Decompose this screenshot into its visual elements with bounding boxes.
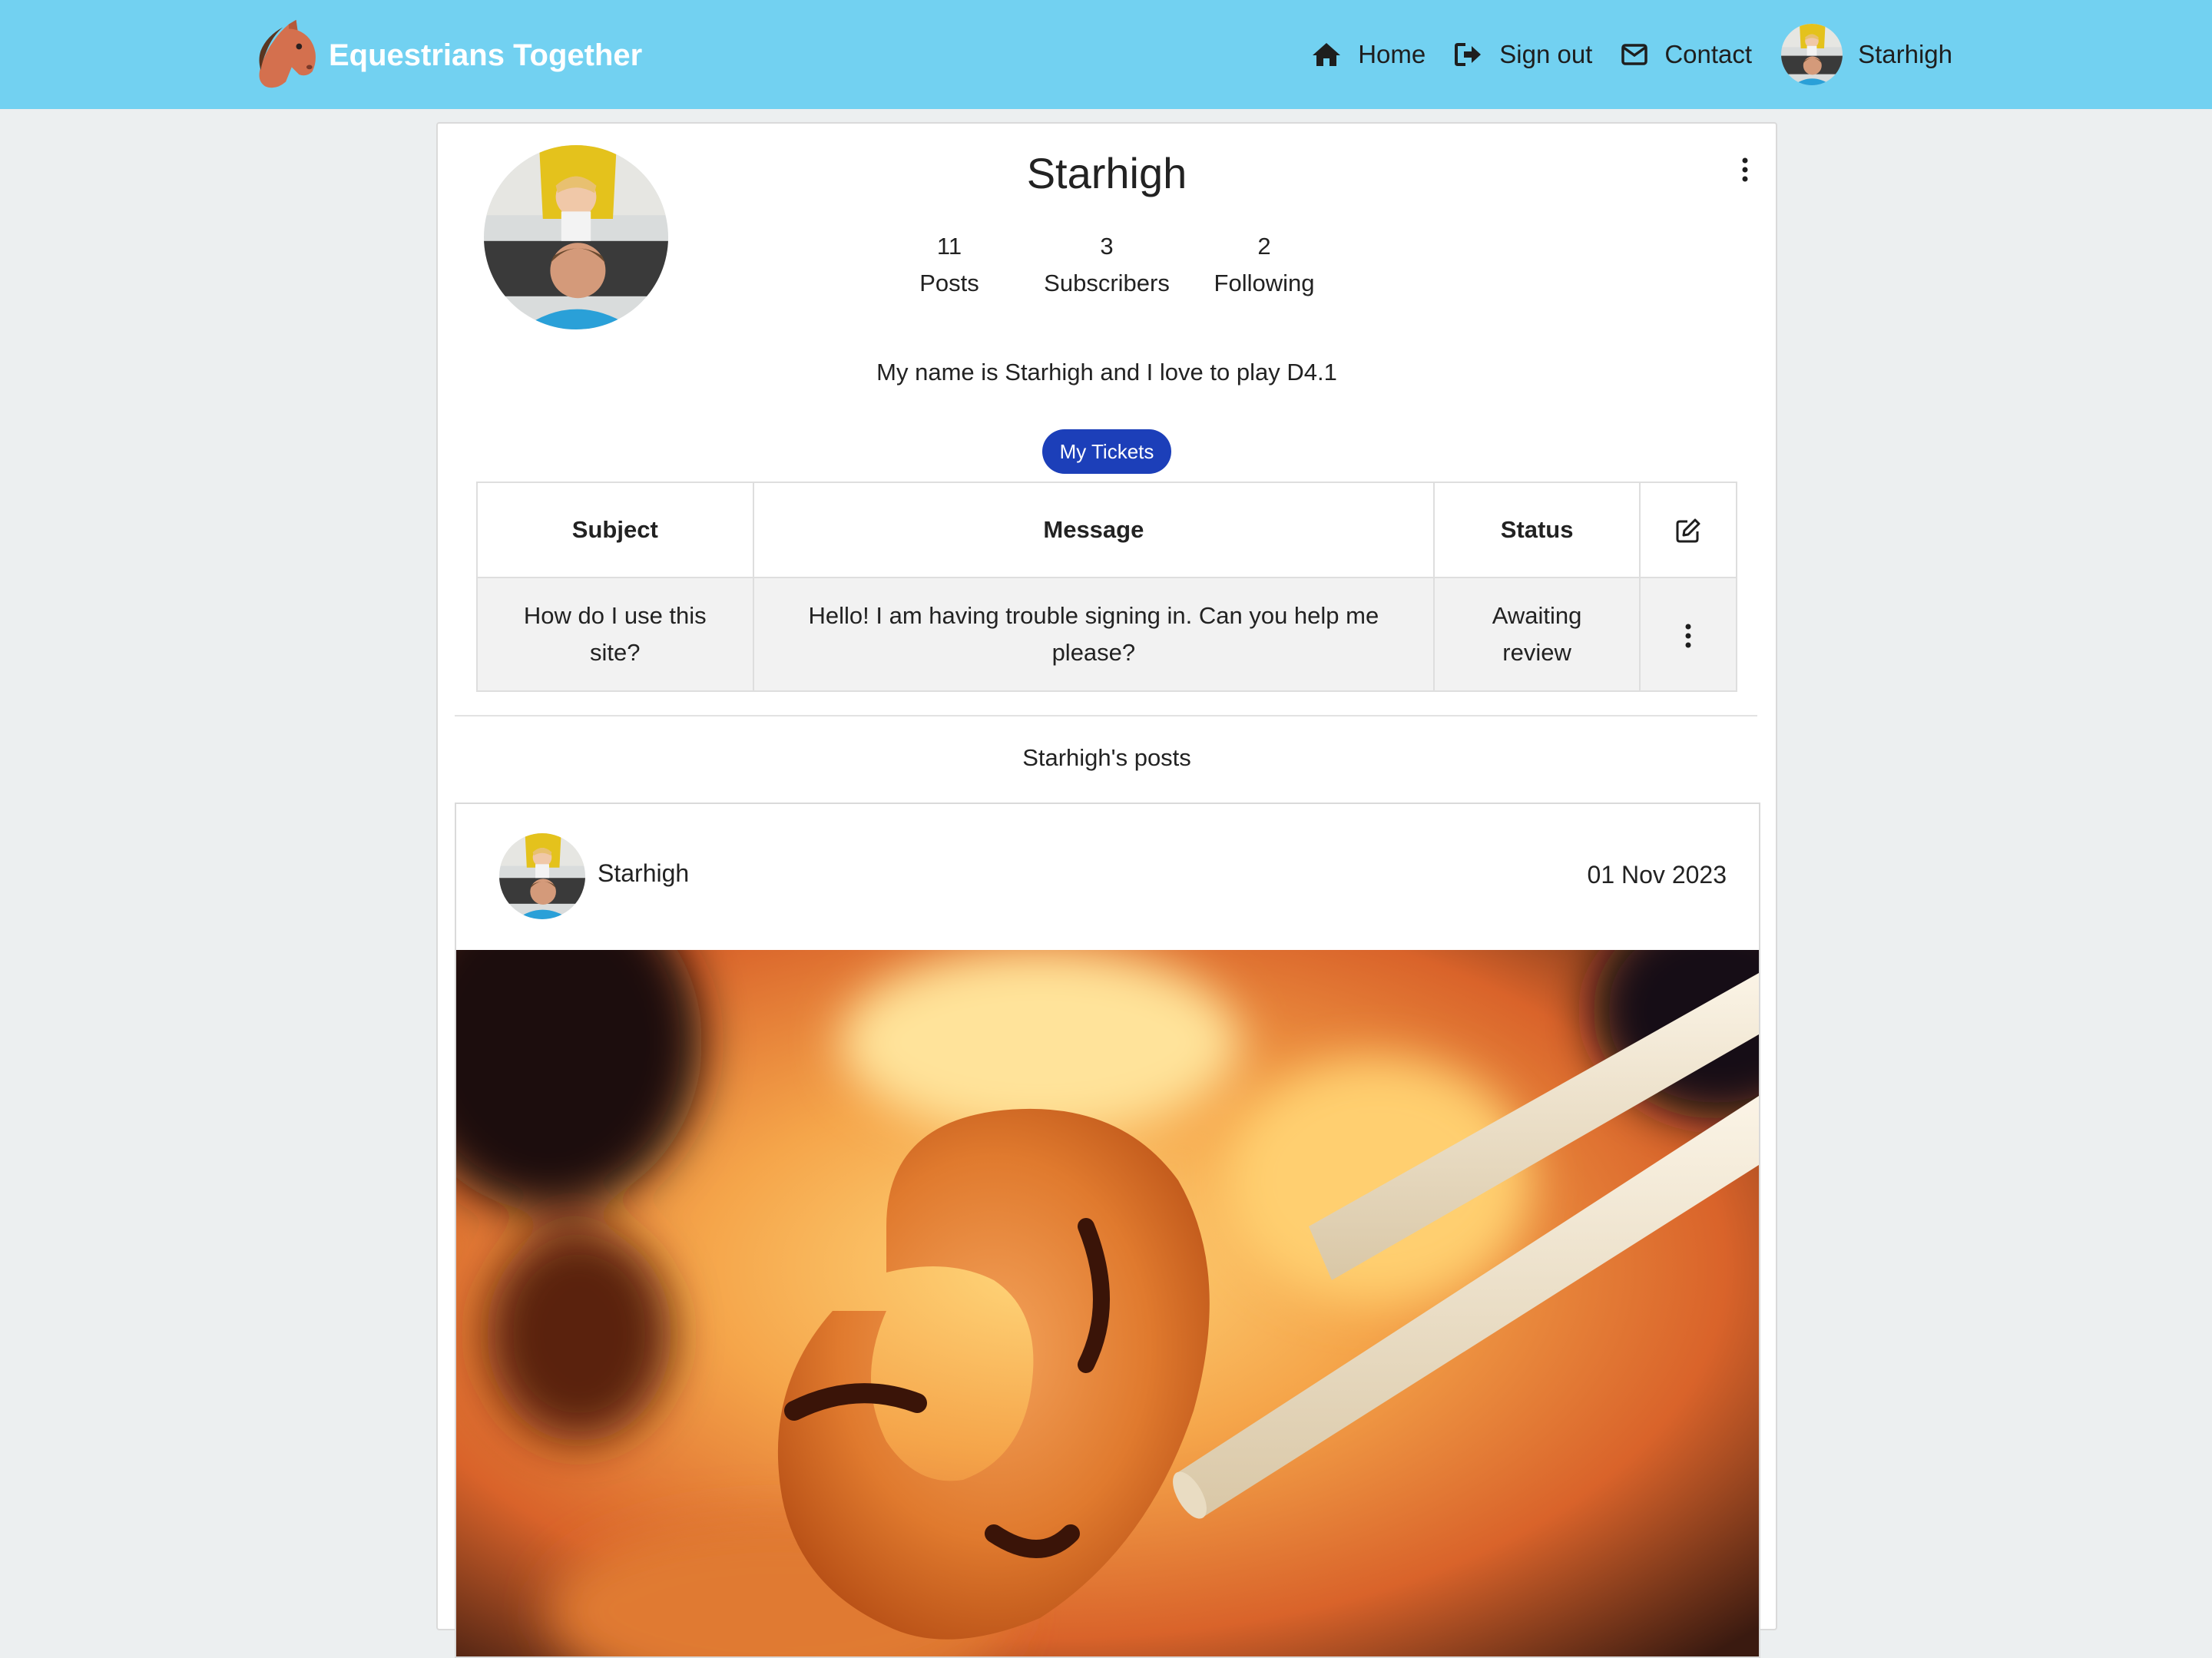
envelope-icon bbox=[1621, 44, 1648, 65]
home-icon bbox=[1313, 43, 1341, 66]
horse-logo-icon bbox=[259, 19, 316, 88]
posts-heading: Starhigh's posts bbox=[1022, 744, 1191, 771]
tickets-header-row: Subject Message Status bbox=[476, 482, 1737, 578]
profile-card: Starhigh 11 Posts 3 Subscribers 2 Follow… bbox=[436, 122, 1777, 1658]
top-navbar: Equestrians Together Home Sign out Conta… bbox=[0, 0, 2212, 109]
post-date: 01 Nov 2023 bbox=[1587, 861, 1727, 889]
ticket-status: Awaiting review bbox=[1433, 577, 1641, 692]
stat-subscribers: 3 Subscribers bbox=[1028, 228, 1186, 302]
header-status: Status bbox=[1433, 482, 1641, 578]
header-message: Message bbox=[752, 482, 1435, 578]
nav-links: Home Sign out Contact Starhigh bbox=[1283, 22, 1952, 88]
post-photo bbox=[456, 950, 1759, 1656]
avatar bbox=[1781, 24, 1843, 85]
nav-profile-label: Starhigh bbox=[1858, 40, 1952, 68]
header-subject: Subject bbox=[476, 482, 754, 578]
ticket-subject: How do I use this site? bbox=[476, 577, 754, 692]
stat-posts-count: 11 bbox=[936, 233, 962, 260]
sign-out-icon bbox=[1455, 43, 1482, 66]
edit-icon[interactable] bbox=[1675, 518, 1701, 544]
profile-stats: 11 Posts 3 Subscribers 2 Following bbox=[438, 228, 1776, 302]
brand-name: Equestrians Together bbox=[329, 38, 643, 72]
stat-following-count: 2 bbox=[1257, 233, 1271, 260]
my-tickets-button[interactable]: My Tickets bbox=[1042, 429, 1171, 474]
tickets-table: Subject Message Status How do I use this… bbox=[476, 482, 1737, 692]
nav-contact[interactable]: Contact bbox=[1621, 40, 1752, 69]
post-image[interactable] bbox=[456, 950, 1759, 1656]
post-card[interactable]: Starhigh 01 Nov 2023 bbox=[455, 803, 1760, 1658]
profile-bio: My name is Starhigh and I love to play D… bbox=[876, 359, 1337, 386]
ticket-menu-icon[interactable] bbox=[1681, 621, 1696, 651]
table-row: How do I use this site? Hello! I am havi… bbox=[476, 577, 1737, 692]
stat-subscribers-count: 3 bbox=[1100, 233, 1114, 260]
stat-following-label: Following bbox=[1214, 270, 1315, 296]
ticket-actions bbox=[1639, 577, 1737, 692]
profile-name: Starhigh bbox=[1026, 149, 1187, 197]
nav-home-label: Home bbox=[1358, 40, 1426, 68]
nav-signout-label: Sign out bbox=[1499, 40, 1593, 68]
brand[interactable]: Equestrians Together bbox=[250, 17, 642, 94]
stat-following: 2 Following bbox=[1186, 228, 1343, 302]
nav-contact-label: Contact bbox=[1664, 40, 1753, 68]
section-divider bbox=[455, 715, 1757, 716]
stat-posts-label: Posts bbox=[919, 270, 979, 296]
stat-subscribers-label: Subscribers bbox=[1044, 270, 1170, 296]
header-edit bbox=[1639, 482, 1737, 578]
nav-home[interactable]: Home bbox=[1312, 40, 1426, 69]
nav-profile[interactable]: Starhigh bbox=[1781, 24, 1952, 85]
nav-signout[interactable]: Sign out bbox=[1455, 40, 1592, 69]
ticket-message: Hello! I am having trouble signing in. C… bbox=[752, 577, 1435, 692]
post-author[interactable]: Starhigh bbox=[598, 859, 689, 888]
stat-posts: 11 Posts bbox=[871, 228, 1028, 302]
post-author-avatar[interactable] bbox=[499, 833, 585, 919]
